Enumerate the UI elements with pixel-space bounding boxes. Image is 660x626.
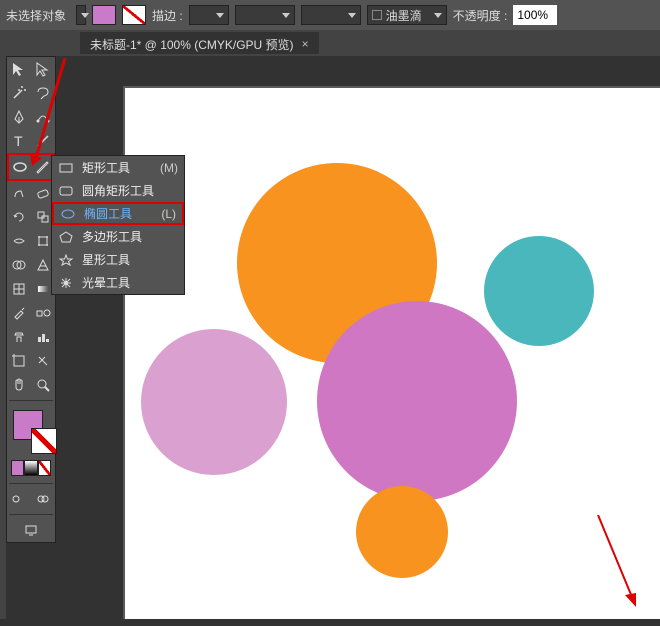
flare-tool-item[interactable]: 光晕工具 bbox=[52, 271, 184, 294]
tab-title: 未标题-1* @ 100% (CMYK/GPU 预览) bbox=[90, 36, 294, 53]
color-mode-none[interactable] bbox=[38, 460, 51, 476]
color-swatch-area bbox=[7, 404, 55, 480]
shape-tool-flyout: 矩形工具 (M) 圆角矩形工具 椭圆工具 (L) 多边形工具 星形工具 光晕工具 bbox=[51, 155, 185, 295]
svg-text:T: T bbox=[14, 133, 23, 149]
polygon-tool-item[interactable]: 多边形工具 bbox=[52, 225, 184, 248]
star-icon bbox=[58, 254, 74, 266]
brush-definition[interactable] bbox=[301, 5, 361, 25]
annotation-arrow-icon bbox=[30, 58, 70, 168]
shape-orange-small[interactable] bbox=[356, 486, 448, 578]
shortcut: (M) bbox=[160, 161, 178, 175]
zoom-tool[interactable] bbox=[31, 373, 55, 397]
fill-swatch[interactable] bbox=[92, 5, 116, 25]
flyout-item-label: 多边形工具 bbox=[82, 228, 142, 245]
shape-pink-left[interactable] bbox=[141, 329, 287, 475]
slice-tool[interactable] bbox=[31, 349, 55, 373]
dropdown-icon[interactable] bbox=[76, 5, 86, 25]
stroke-profile[interactable] bbox=[235, 5, 295, 25]
control-bar: 未选择对象 描边 : 油墨滴 不透明度 : 100% bbox=[0, 0, 660, 30]
selection-status: 未选择对象 bbox=[6, 7, 70, 24]
graphic-style[interactable]: 油墨滴 bbox=[367, 5, 447, 25]
document-tab[interactable]: 未标题-1* @ 100% (CMYK/GPU 预览) × bbox=[80, 32, 319, 54]
artboard-tool[interactable] bbox=[7, 349, 31, 373]
opacity-label: 不透明度 : bbox=[453, 7, 508, 24]
mesh-tool[interactable] bbox=[7, 277, 31, 301]
stroke-weight-input[interactable] bbox=[189, 5, 229, 25]
close-icon[interactable]: × bbox=[302, 37, 309, 51]
flyout-item-label: 光晕工具 bbox=[82, 274, 130, 291]
shaper-tool[interactable] bbox=[7, 181, 31, 205]
draw-mode-icon[interactable] bbox=[7, 487, 31, 511]
opacity-input[interactable]: 100% bbox=[513, 5, 557, 25]
rotate-tool[interactable] bbox=[7, 205, 31, 229]
shortcut: (L) bbox=[161, 207, 176, 221]
star-tool-item[interactable]: 星形工具 bbox=[52, 248, 184, 271]
selection-tool[interactable] bbox=[7, 57, 31, 81]
flyout-item-label: 星形工具 bbox=[82, 251, 130, 268]
shape-pink-large[interactable] bbox=[317, 301, 517, 501]
ellipse-icon bbox=[60, 209, 76, 219]
symbol-sprayer-tool[interactable] bbox=[7, 325, 31, 349]
flyout-item-label: 椭圆工具 bbox=[84, 205, 132, 222]
type-tool[interactable]: T bbox=[7, 129, 31, 153]
color-mode-fill[interactable] bbox=[11, 460, 24, 476]
flyout-item-label: 圆角矩形工具 bbox=[82, 182, 154, 199]
rounded-rectangle-tool-item[interactable]: 圆角矩形工具 bbox=[52, 179, 184, 202]
hand-tool[interactable] bbox=[7, 373, 31, 397]
polygon-icon bbox=[58, 231, 74, 243]
ellipse-tool-item[interactable]: 椭圆工具 (L) bbox=[52, 202, 184, 225]
shape-tool[interactable] bbox=[9, 155, 31, 179]
document-tab-bar: 未标题-1* @ 100% (CMYK/GPU 预览) × bbox=[0, 30, 660, 56]
background-color[interactable] bbox=[31, 428, 57, 454]
pen-tool[interactable] bbox=[7, 105, 31, 129]
rounded-rect-icon bbox=[58, 186, 74, 196]
canvas[interactable] bbox=[123, 86, 660, 619]
stroke-swatch[interactable] bbox=[122, 5, 146, 25]
flyout-item-label: 矩形工具 bbox=[82, 159, 130, 176]
color-mode-gradient[interactable] bbox=[24, 460, 37, 476]
draw-behind-icon[interactable] bbox=[31, 487, 55, 511]
column-graph-tool[interactable] bbox=[31, 325, 55, 349]
annotation-arrow-icon bbox=[590, 515, 640, 610]
width-tool[interactable] bbox=[7, 229, 31, 253]
shape-builder-tool[interactable] bbox=[7, 253, 31, 277]
artboard bbox=[125, 88, 660, 621]
rectangle-tool-item[interactable]: 矩形工具 (M) bbox=[52, 156, 184, 179]
blend-tool[interactable] bbox=[31, 301, 55, 325]
magic-wand-tool[interactable] bbox=[7, 81, 31, 105]
shape-teal[interactable] bbox=[484, 236, 594, 346]
flare-icon bbox=[58, 277, 74, 289]
screen-mode[interactable] bbox=[7, 518, 55, 542]
eyedropper-tool[interactable] bbox=[7, 301, 31, 325]
stroke-label: 描边 : bbox=[152, 7, 183, 24]
